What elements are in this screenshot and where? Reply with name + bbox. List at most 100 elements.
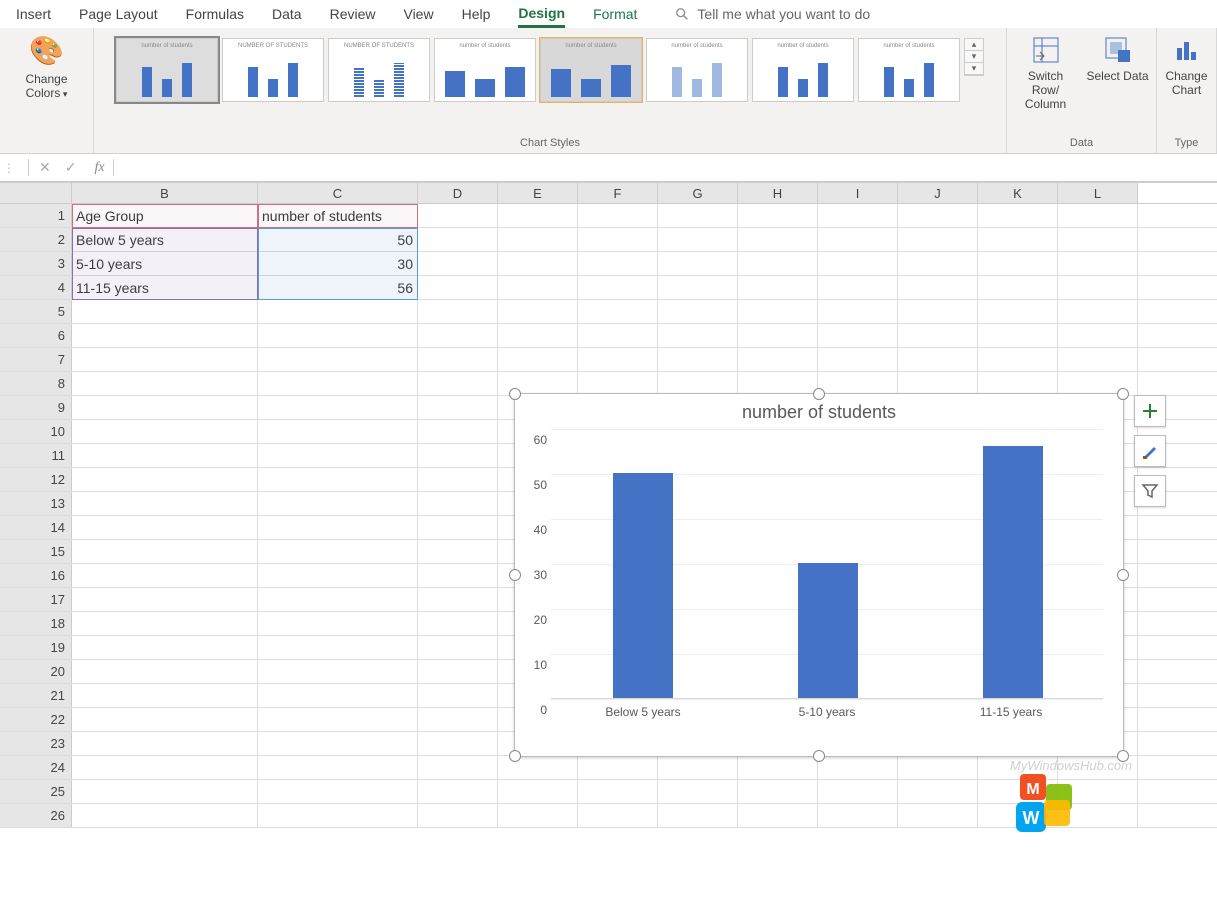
chart-handle-ml[interactable] <box>509 569 521 581</box>
chart-styles-button[interactable] <box>1134 435 1166 467</box>
cell-B1[interactable]: Age Group <box>72 204 258 227</box>
cell-B5[interactable] <box>72 300 258 323</box>
cell-G24[interactable] <box>658 756 738 779</box>
chart-style-1[interactable]: number of students <box>116 38 218 102</box>
cell-G26[interactable] <box>658 804 738 827</box>
cell-I4[interactable] <box>818 276 898 299</box>
cell-D25[interactable] <box>418 780 498 803</box>
cell-D8[interactable] <box>418 372 498 395</box>
cell-E25[interactable] <box>498 780 578 803</box>
chart-plot-area[interactable]: 0102030405060 <box>551 429 1103 699</box>
cell-G3[interactable] <box>658 252 738 275</box>
row-header-24[interactable]: 24 <box>0 756 72 779</box>
cell-F6[interactable] <box>578 324 658 347</box>
cell-K3[interactable] <box>978 252 1058 275</box>
cell-B7[interactable] <box>72 348 258 371</box>
fx-label[interactable]: fx <box>86 160 112 176</box>
col-header-B[interactable]: B <box>72 183 258 203</box>
cell-C1[interactable]: number of students <box>258 204 418 227</box>
cell-F4[interactable] <box>578 276 658 299</box>
cell-F5[interactable] <box>578 300 658 323</box>
gallery-more[interactable]: ▾ <box>965 63 983 75</box>
chart-style-3[interactable]: NUMBER OF STUDENTS <box>328 38 430 102</box>
cell-D21[interactable] <box>418 684 498 707</box>
cell-K2[interactable] <box>978 228 1058 251</box>
cell-D7[interactable] <box>418 348 498 371</box>
cell-B24[interactable] <box>72 756 258 779</box>
cell-F8[interactable] <box>578 372 658 395</box>
cell-F25[interactable] <box>578 780 658 803</box>
cell-C12[interactable] <box>258 468 418 491</box>
cell-E26[interactable] <box>498 804 578 827</box>
cell-G4[interactable] <box>658 276 738 299</box>
row-header-11[interactable]: 11 <box>0 444 72 467</box>
row-header-14[interactable]: 14 <box>0 516 72 539</box>
cell-D10[interactable] <box>418 420 498 443</box>
cell-J7[interactable] <box>898 348 978 371</box>
cell-D26[interactable] <box>418 804 498 827</box>
cell-C13[interactable] <box>258 492 418 515</box>
cell-E3[interactable] <box>498 252 578 275</box>
cell-I24[interactable] <box>818 756 898 779</box>
cell-D5[interactable] <box>418 300 498 323</box>
cell-C23[interactable] <box>258 732 418 755</box>
cell-J3[interactable] <box>898 252 978 275</box>
cell-E7[interactable] <box>498 348 578 371</box>
cell-I1[interactable] <box>818 204 898 227</box>
row-header-5[interactable]: 5 <box>0 300 72 323</box>
tab-insert[interactable]: Insert <box>16 2 51 26</box>
cell-B23[interactable] <box>72 732 258 755</box>
row-header-15[interactable]: 15 <box>0 540 72 563</box>
cell-D11[interactable] <box>418 444 498 467</box>
col-header-H[interactable]: H <box>738 183 818 203</box>
cell-E1[interactable] <box>498 204 578 227</box>
cancel-icon[interactable]: ✕ <box>39 159 51 176</box>
cell-B22[interactable] <box>72 708 258 731</box>
cell-K4[interactable] <box>978 276 1058 299</box>
cell-D3[interactable] <box>418 252 498 275</box>
row-header-4[interactable]: 4 <box>0 276 72 299</box>
cell-C9[interactable] <box>258 396 418 419</box>
cell-K5[interactable] <box>978 300 1058 323</box>
cell-H1[interactable] <box>738 204 818 227</box>
tab-page-layout[interactable]: Page Layout <box>79 2 158 26</box>
cell-J8[interactable] <box>898 372 978 395</box>
cell-I25[interactable] <box>818 780 898 803</box>
cell-D4[interactable] <box>418 276 498 299</box>
chart-handle-bc[interactable] <box>813 750 825 762</box>
row-header-23[interactable]: 23 <box>0 732 72 755</box>
chart-style-6[interactable]: number of students <box>646 38 748 102</box>
cell-D16[interactable] <box>418 564 498 587</box>
cell-B9[interactable] <box>72 396 258 419</box>
cell-F24[interactable] <box>578 756 658 779</box>
cell-B12[interactable] <box>72 468 258 491</box>
cell-I8[interactable] <box>818 372 898 395</box>
chart-handle-tl[interactable] <box>509 388 521 400</box>
cell-C26[interactable] <box>258 804 418 827</box>
cell-I7[interactable] <box>818 348 898 371</box>
cell-C4[interactable]: 56 <box>258 276 418 299</box>
chart-style-4[interactable]: number of students <box>434 38 536 102</box>
cell-D18[interactable] <box>418 612 498 635</box>
cell-K7[interactable] <box>978 348 1058 371</box>
cell-D20[interactable] <box>418 660 498 683</box>
tab-help[interactable]: Help <box>462 2 491 26</box>
tab-data[interactable]: Data <box>272 2 302 26</box>
cell-D6[interactable] <box>418 324 498 347</box>
cell-H25[interactable] <box>738 780 818 803</box>
cell-D17[interactable] <box>418 588 498 611</box>
row-header-12[interactable]: 12 <box>0 468 72 491</box>
cell-B21[interactable] <box>72 684 258 707</box>
cell-H3[interactable] <box>738 252 818 275</box>
col-header-C[interactable]: C <box>258 183 418 203</box>
cell-C6[interactable] <box>258 324 418 347</box>
cell-C10[interactable] <box>258 420 418 443</box>
cell-B25[interactable] <box>72 780 258 803</box>
cell-I26[interactable] <box>818 804 898 827</box>
cell-G6[interactable] <box>658 324 738 347</box>
tab-review[interactable]: Review <box>330 2 376 26</box>
cell-F7[interactable] <box>578 348 658 371</box>
cell-G2[interactable] <box>658 228 738 251</box>
cell-B16[interactable] <box>72 564 258 587</box>
row-header-6[interactable]: 6 <box>0 324 72 347</box>
